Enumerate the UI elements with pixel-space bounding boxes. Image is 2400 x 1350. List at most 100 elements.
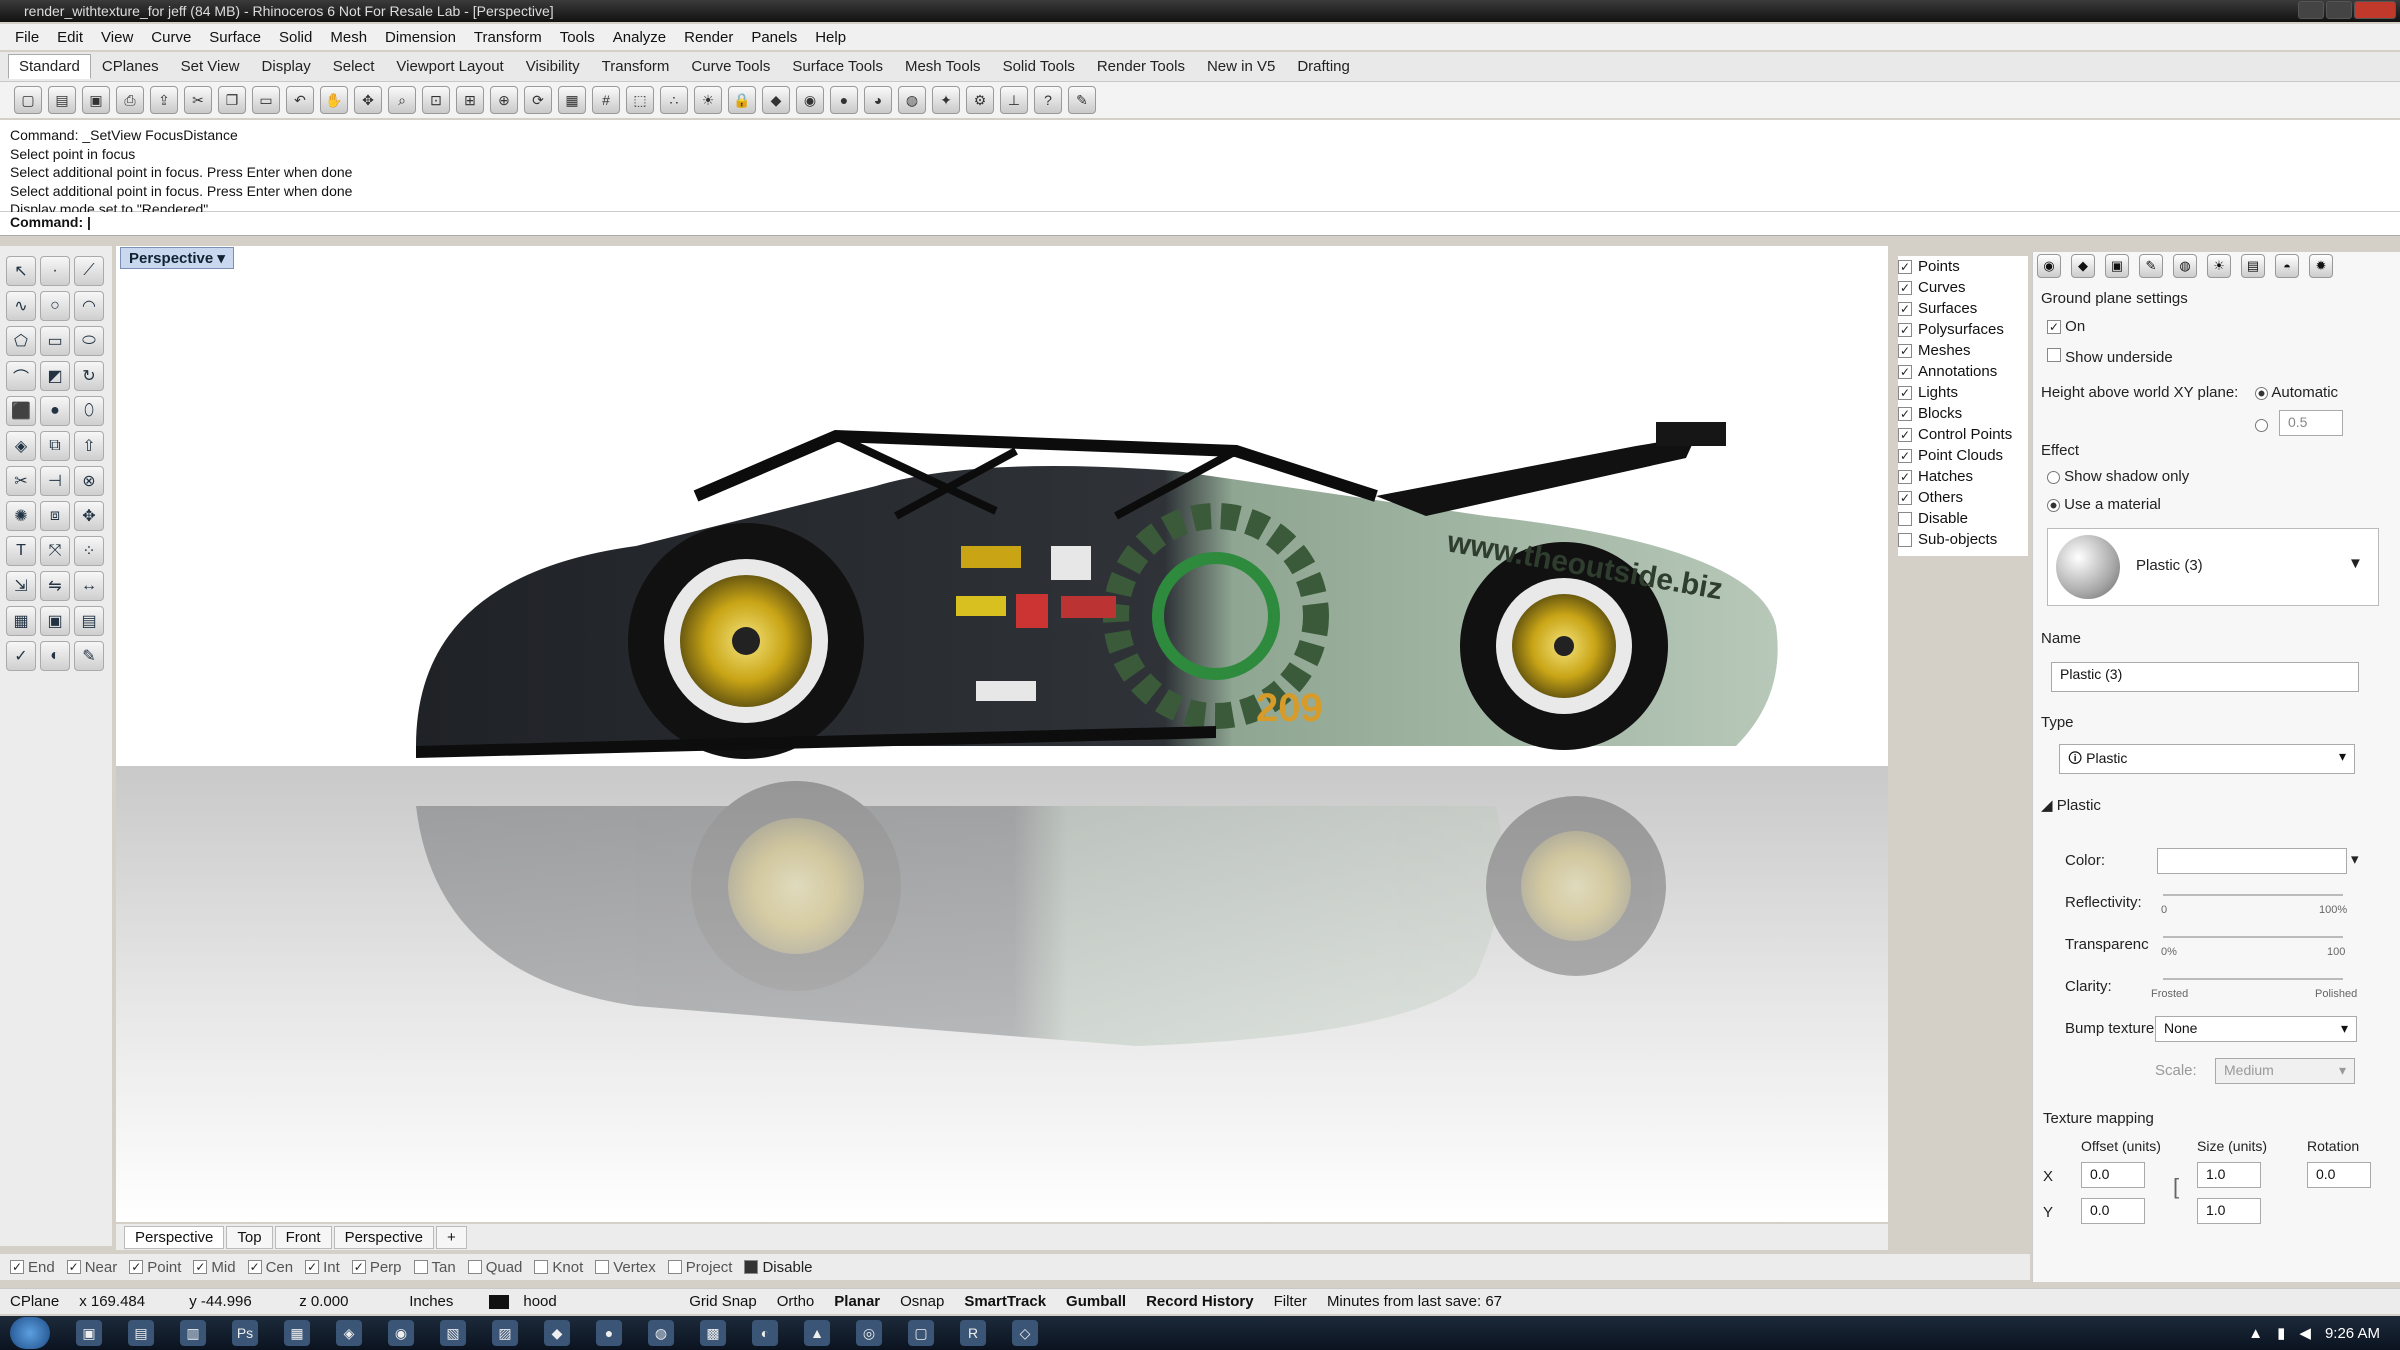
app-icon[interactable]: ◆ <box>544 1320 570 1346</box>
lights-icon[interactable]: ☀ <box>2207 254 2231 278</box>
app-icon[interactable]: ● <box>596 1320 622 1346</box>
tab-perspective[interactable]: Perspective <box>124 1225 225 1249</box>
offset-x-input[interactable]: 0.0 <box>2081 1162 2145 1188</box>
sun-icon[interactable]: ✹ <box>2309 254 2333 278</box>
zoom-icon[interactable]: ⌕ <box>388 86 416 114</box>
filter-item-point-clouds[interactable]: ✓ Point Clouds <box>1898 445 2028 466</box>
grid-array-icon[interactable]: ▦ <box>6 606 36 636</box>
tab-surface-tools[interactable]: Surface Tools <box>781 54 894 79</box>
close-button[interactable] <box>2354 1 2396 19</box>
clarity-slider[interactable] <box>2163 978 2343 980</box>
tab-cplanes[interactable]: CPlanes <box>91 54 170 79</box>
filter-item-lights[interactable]: ✓ Lights <box>1898 382 2028 403</box>
trim-icon[interactable]: ✂ <box>6 466 36 496</box>
app-icon[interactable]: ◎ <box>856 1320 882 1346</box>
osnap-mid[interactable]: ✓ Mid <box>193 1259 236 1276</box>
curve-icon[interactable]: ∿ <box>6 291 36 321</box>
automatic-radio[interactable]: Automatic <box>2255 384 2338 401</box>
color-wheel-icon[interactable]: ◉ <box>796 86 824 114</box>
viewport-layout-icon[interactable]: ▦ <box>558 86 586 114</box>
add-viewport-tab-button[interactable]: + <box>435 1225 467 1249</box>
menu-help[interactable]: Help <box>806 29 855 46</box>
filter-toggle[interactable]: Filter <box>1264 1293 1317 1310</box>
filter-item-blocks[interactable]: ✓ Blocks <box>1898 403 2028 424</box>
tab-standard[interactable]: Standard <box>8 54 91 79</box>
planar-toggle[interactable]: Planar <box>824 1293 890 1310</box>
paint-icon[interactable]: ✎ <box>74 641 104 671</box>
filter-item-points[interactable]: ✓ Points <box>1898 256 2028 277</box>
wand-icon[interactable]: ✦ <box>932 86 960 114</box>
materials-icon[interactable]: ◆ <box>2071 254 2095 278</box>
boolean-icon[interactable]: ⧉ <box>40 431 70 461</box>
filter-item-surfaces[interactable]: ✓ Surfaces <box>1898 298 2028 319</box>
arc-icon[interactable]: ◠ <box>74 291 104 321</box>
export-icon[interactable]: ⇪ <box>150 86 178 114</box>
tab-curve-tools[interactable]: Curve Tools <box>680 54 781 79</box>
app-icon[interactable]: ▤ <box>128 1320 154 1346</box>
osnap-toggle[interactable]: Osnap <box>890 1293 954 1310</box>
properties-icon[interactable]: ◉ <box>2037 254 2061 278</box>
osnap-project[interactable]: Project <box>667 1259 732 1276</box>
cut-icon[interactable]: ✂ <box>184 86 212 114</box>
material-type-select[interactable]: 🛈 Plastic ▾ <box>2059 744 2355 774</box>
offset-y-input[interactable]: 0.0 <box>2081 1198 2145 1224</box>
app-icon[interactable]: Ps <box>232 1320 258 1346</box>
open-folder-icon[interactable]: ▤ <box>48 86 76 114</box>
filter-item-others[interactable]: ✓ Others <box>1898 487 2028 508</box>
menu-tools[interactable]: Tools <box>551 29 604 46</box>
app-icon[interactable]: ◈ <box>336 1320 362 1346</box>
tab-solid-tools[interactable]: Solid Tools <box>992 54 1086 79</box>
fillet-icon[interactable]: ⌒ <box>6 361 36 391</box>
print-icon[interactable]: ⎙ <box>116 86 144 114</box>
tab-mesh-tools[interactable]: Mesh Tools <box>894 54 992 79</box>
menu-render[interactable]: Render <box>675 29 742 46</box>
ellipse-icon[interactable]: ⬭ <box>74 326 104 356</box>
on-checkbox[interactable]: ✓ On <box>2047 318 2085 335</box>
filter-item-disable[interactable]: Disable <box>1898 508 2028 529</box>
light-bulb-icon[interactable]: ☀ <box>694 86 722 114</box>
size-x-input[interactable]: 1.0 <box>2197 1162 2261 1188</box>
osnap-end[interactable]: ✓ End <box>10 1259 55 1276</box>
shadow-only-radio[interactable]: Show shadow only <box>2047 468 2189 485</box>
perspective-viewport[interactable]: www.theoutside.biz 209 <box>116 246 1888 1222</box>
chevron-down-icon[interactable]: ▾ <box>217 250 225 267</box>
rendered-sphere-icon[interactable]: ◕ <box>864 86 892 114</box>
use-material-radio[interactable]: Use a material <box>2047 496 2161 513</box>
pan-hand-icon[interactable]: ✋ <box>320 86 348 114</box>
menu-transform[interactable]: Transform <box>465 29 551 46</box>
shaded-sphere-icon[interactable]: ● <box>830 86 858 114</box>
transparency-slider[interactable] <box>2163 936 2343 938</box>
osnap-vertex[interactable]: Vertex <box>595 1259 656 1276</box>
surface-icon[interactable]: ◩ <box>40 361 70 391</box>
filter-item-meshes[interactable]: ✓ Meshes <box>1898 340 2028 361</box>
minimize-button[interactable] <box>2298 1 2324 19</box>
scale-icon[interactable]: ⇲ <box>6 571 36 601</box>
copy-icon[interactable]: ❐ <box>218 86 246 114</box>
menu-view[interactable]: View <box>92 29 142 46</box>
new-file-icon[interactable]: ▢ <box>14 86 42 114</box>
move-object-icon[interactable]: ✥ <box>74 501 104 531</box>
command-input[interactable]: Command: | <box>0 212 2400 236</box>
gumball-toggle[interactable]: Gumball <box>1056 1293 1136 1310</box>
material-icon[interactable]: ◆ <box>762 86 790 114</box>
reflectivity-slider[interactable] <box>2163 894 2343 896</box>
transform-icon[interactable]: ⤧ <box>40 536 70 566</box>
tab-display[interactable]: Display <box>251 54 322 79</box>
app-icon[interactable]: ▥ <box>180 1320 206 1346</box>
filter-item-annotations[interactable]: ✓ Annotations <box>1898 361 2028 382</box>
color-swatch[interactable] <box>2157 848 2347 874</box>
maximize-button[interactable] <box>2326 1 2352 19</box>
folder-icon[interactable]: ▤ <box>2241 254 2265 278</box>
menu-analyze[interactable]: Analyze <box>604 29 675 46</box>
bump-texture-select[interactable]: None ▾ <box>2155 1016 2357 1042</box>
chevron-down-icon[interactable]: ▼ <box>2348 555 2363 572</box>
size-y-input[interactable]: 1.0 <box>2197 1198 2261 1224</box>
zoom-window-icon[interactable]: ⊡ <box>422 86 450 114</box>
app-icon[interactable]: ▲ <box>804 1320 830 1346</box>
mesh-icon[interactable]: ◈ <box>6 431 36 461</box>
menu-mesh[interactable]: Mesh <box>321 29 376 46</box>
app-icon[interactable]: ▩ <box>700 1320 726 1346</box>
osnap-point[interactable]: ✓ Point <box>129 1259 181 1276</box>
menu-dimension[interactable]: Dimension <box>376 29 465 46</box>
zoom-selected-icon[interactable]: ⊕ <box>490 86 518 114</box>
